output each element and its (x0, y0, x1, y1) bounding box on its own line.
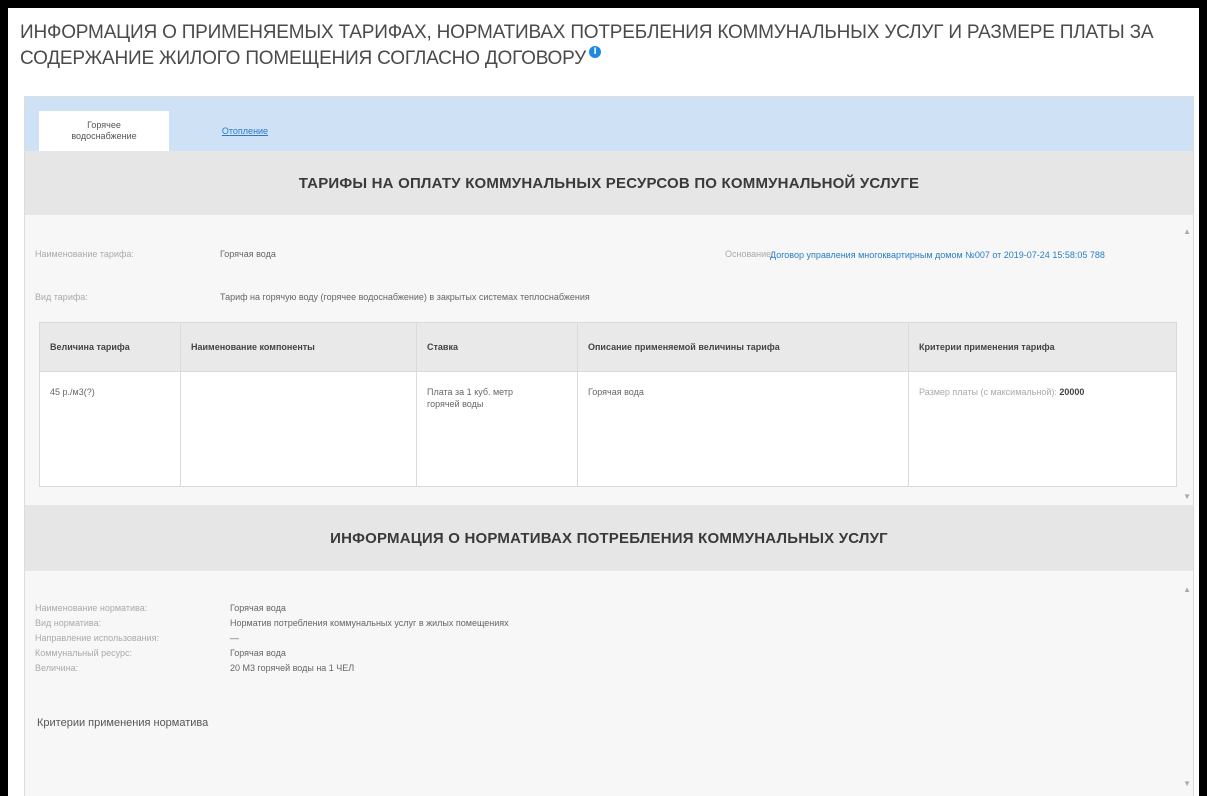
column-header: Описание применяемой величины тарифа (577, 322, 909, 372)
content-panel: Горячее водоснабжение Отопление Тарифы н… (24, 96, 1194, 796)
component-cell (180, 371, 417, 487)
column-header: Критерии применения тарифа (908, 322, 1177, 372)
description-cell: Горячая вода (577, 371, 909, 487)
tariff-name-value: Горячая вода (220, 249, 276, 259)
criteria-label: Размер платы (с максимальной): (919, 387, 1057, 397)
tariff-value-cell: 45 р./м3(?) (39, 371, 181, 487)
column-header: Величина тарифа (39, 322, 181, 372)
tariffs-section-heading: Тарифы на оплату коммунальных ресурсов п… (25, 151, 1193, 215)
scroll-up-arrow[interactable]: ▲ (1183, 585, 1191, 594)
basis-label: Основание: (725, 249, 774, 259)
scroll-down-arrow[interactable]: ▼ (1183, 779, 1191, 788)
norms-section-heading: Информация о нормативах потребления комм… (25, 505, 1193, 571)
tab-heating[interactable]: Отопление (205, 111, 285, 151)
page-title-text: Информация о применяемых тарифах, нормат… (20, 22, 1154, 69)
norm-field-value: 20 М3 горячей воды на 1 ЧЕЛ (230, 663, 355, 673)
tab-label: Горячее водоснабжение (71, 120, 137, 141)
info-icon[interactable]: i (589, 46, 602, 58)
service-tabs: Горячее водоснабжение Отопление (25, 97, 1193, 151)
column-header: Ставка (416, 322, 578, 372)
norm-field-value: Горячая вода (230, 648, 286, 658)
rate-cell: Плата за 1 куб. метр горячей воды (416, 371, 578, 487)
norm-field-label: Вид норматива: (35, 618, 102, 628)
table-header-row: Величина тарифа Наименование компоненты … (39, 322, 1177, 372)
tariffs-table: Величина тарифа Наименование компоненты … (39, 322, 1177, 487)
norm-field-label: Наименование норматива: (35, 603, 148, 613)
tab-hot-water[interactable]: Горячее водоснабжение (39, 111, 169, 151)
tariff-name-label: Наименование тарифа: (35, 249, 134, 259)
tariff-type-value: Тариф на горячую воду (горячее водоснабж… (220, 292, 590, 302)
scroll-down-arrow[interactable]: ▼ (1183, 492, 1191, 501)
basis-link[interactable]: Договор управления многоквартирным домом… (770, 249, 1170, 261)
rate-text: Плата за 1 куб. метр горячей воды (427, 387, 514, 409)
norm-field-value: Горячая вода (230, 603, 286, 613)
criteria-cell: Размер платы (с максимальной): 20000 (908, 371, 1177, 487)
section-heading-text: Информация о нормативах потребления комм… (330, 529, 888, 547)
norm-criteria-title: Критерии применения норматива (37, 717, 209, 729)
page-frame: Информация о применяемых тарифах, нормат… (8, 8, 1199, 796)
tab-label: Отопление (221, 126, 269, 136)
column-header: Наименование компоненты (180, 322, 417, 372)
criteria-value: 20000 (1059, 387, 1085, 397)
norm-field-label: Величина: (35, 663, 79, 673)
norm-field-label: Коммунальный ресурс: (35, 648, 133, 658)
scroll-up-arrow[interactable]: ▲ (1183, 227, 1191, 236)
section-heading-text: Тарифы на оплату коммунальных ресурсов п… (298, 174, 920, 192)
table-row: 45 р./м3(?) Плата за 1 куб. метр горячей… (39, 371, 1177, 487)
norm-field-label: Направление использования: (35, 633, 159, 643)
tariff-type-label: Вид тарифа: (35, 292, 88, 302)
page-title: Информация о применяемых тарифах, нормат… (20, 20, 1170, 72)
norm-field-value: Норматив потребления коммунальных услуг … (230, 618, 509, 628)
norm-field-value: — (230, 633, 239, 643)
